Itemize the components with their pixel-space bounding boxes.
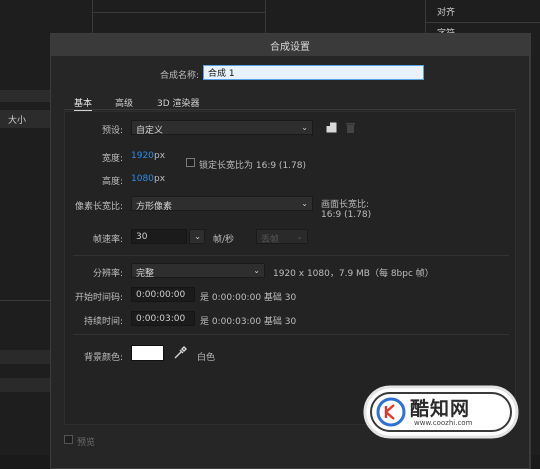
duration-input[interactable]	[131, 311, 195, 326]
resolution-info: 1920 x 1080，7.9 MB（每 8bpc 帧）	[273, 269, 434, 279]
preset-label: 预设:	[101, 126, 123, 136]
panel-divider	[92, 0, 93, 33]
panel-divider	[425, 22, 540, 23]
start-timecode-input[interactable]	[131, 287, 195, 302]
dialog-titlebar[interactable]: 合成设置	[51, 34, 529, 56]
comp-name-input[interactable]	[203, 65, 424, 80]
width-unit: px	[154, 151, 166, 161]
tab-3d-renderer[interactable]: 3D 渲染器	[157, 96, 200, 109]
lock-aspect-label: 锁定长宽比为 16:9 (1.78)	[199, 161, 306, 171]
watermark-url: www.coozhi.com	[414, 419, 473, 427]
preset-dropdown[interactable]: 自定义 ⌄	[131, 120, 313, 136]
frame-aspect-value: 16:9 (1.78)	[321, 210, 372, 220]
preview-label: 预览	[77, 438, 96, 448]
pixel-aspect-dropdown[interactable]: 方形像素 ⌄	[131, 196, 313, 212]
eyedropper-icon[interactable]	[173, 346, 187, 360]
preview-checkbox[interactable]	[64, 435, 73, 444]
height-value[interactable]: 1080	[131, 174, 154, 184]
duration-info: 是 0:00:03:00 基础 30	[200, 317, 297, 327]
dialog-title: 合成设置	[270, 41, 310, 53]
left-panel-row	[0, 350, 50, 364]
resolution-label: 分辨率:	[92, 269, 123, 279]
width-value[interactable]: 1920	[131, 151, 154, 161]
chevron-down-icon: ⌄	[301, 199, 308, 208]
drop-frame-dropdown: 丢帧 ⌄	[256, 229, 308, 245]
tab-advanced[interactable]: 高级	[115, 96, 133, 109]
frame-rate-dropdown[interactable]: ⌄	[189, 229, 205, 244]
bg-color-label: 背景颜色:	[83, 353, 123, 363]
chevron-down-icon: ⌄	[296, 232, 303, 241]
section-divider	[73, 255, 509, 256]
lock-aspect-checkbox[interactable]	[186, 158, 195, 167]
pixel-aspect-value: 方形像素	[136, 202, 173, 212]
tab-divider	[64, 109, 516, 110]
chevron-down-icon: ⌄	[301, 123, 308, 132]
frame-rate-value: 30	[136, 232, 148, 242]
chevron-down-icon: ⌄	[194, 232, 201, 241]
comp-name-label: 合成名称:	[159, 71, 199, 81]
pixel-aspect-label: 像素长宽比:	[74, 202, 123, 212]
watermark-brand: 酷知网	[410, 398, 471, 420]
section-divider	[73, 334, 509, 335]
drop-frame-value: 丢帧	[261, 235, 280, 245]
settings-panel: 预设: 自定义 ⌄ 宽度: 1920 px 锁定长宽比为 16:9 (1.78)…	[64, 111, 516, 425]
height-label: 高度:	[101, 177, 123, 187]
start-timecode-info: 是 0:00:00:00 基础 30	[200, 293, 297, 303]
chevron-down-icon: ⌄	[253, 266, 260, 275]
left-panel-row	[0, 378, 50, 392]
resolution-value: 完整	[136, 269, 155, 279]
size-column-label: 大小	[8, 116, 27, 126]
height-unit: px	[154, 174, 166, 184]
panel-divider	[265, 0, 266, 33]
align-panel-label[interactable]: 对齐	[437, 5, 455, 18]
preset-value: 自定义	[136, 126, 164, 136]
panel-divider	[530, 33, 531, 469]
panel-divider	[92, 12, 265, 13]
width-label: 宽度:	[101, 154, 123, 164]
save-preset-icon[interactable]	[326, 122, 337, 133]
duration-label: 持续时间:	[83, 317, 123, 327]
resolution-dropdown[interactable]: 完整 ⌄	[131, 263, 265, 279]
watermark: 酷知网 www.coozhi.com	[362, 382, 520, 442]
bg-color-name: 白色	[197, 353, 216, 363]
frame-rate-unit: 帧/秒	[213, 235, 235, 245]
delete-preset-icon[interactable]	[345, 122, 356, 133]
panel-divider	[0, 300, 50, 301]
start-timecode-label: 开始时间码:	[74, 293, 123, 303]
frame-rate-input[interactable]: 30	[131, 229, 187, 244]
panel-divider	[425, 0, 426, 33]
frame-aspect-label: 画面长宽比:	[321, 200, 370, 210]
bg-color-swatch[interactable]	[131, 345, 164, 361]
frame-rate-label: 帧速率:	[92, 235, 123, 245]
left-panel-header	[0, 90, 50, 102]
